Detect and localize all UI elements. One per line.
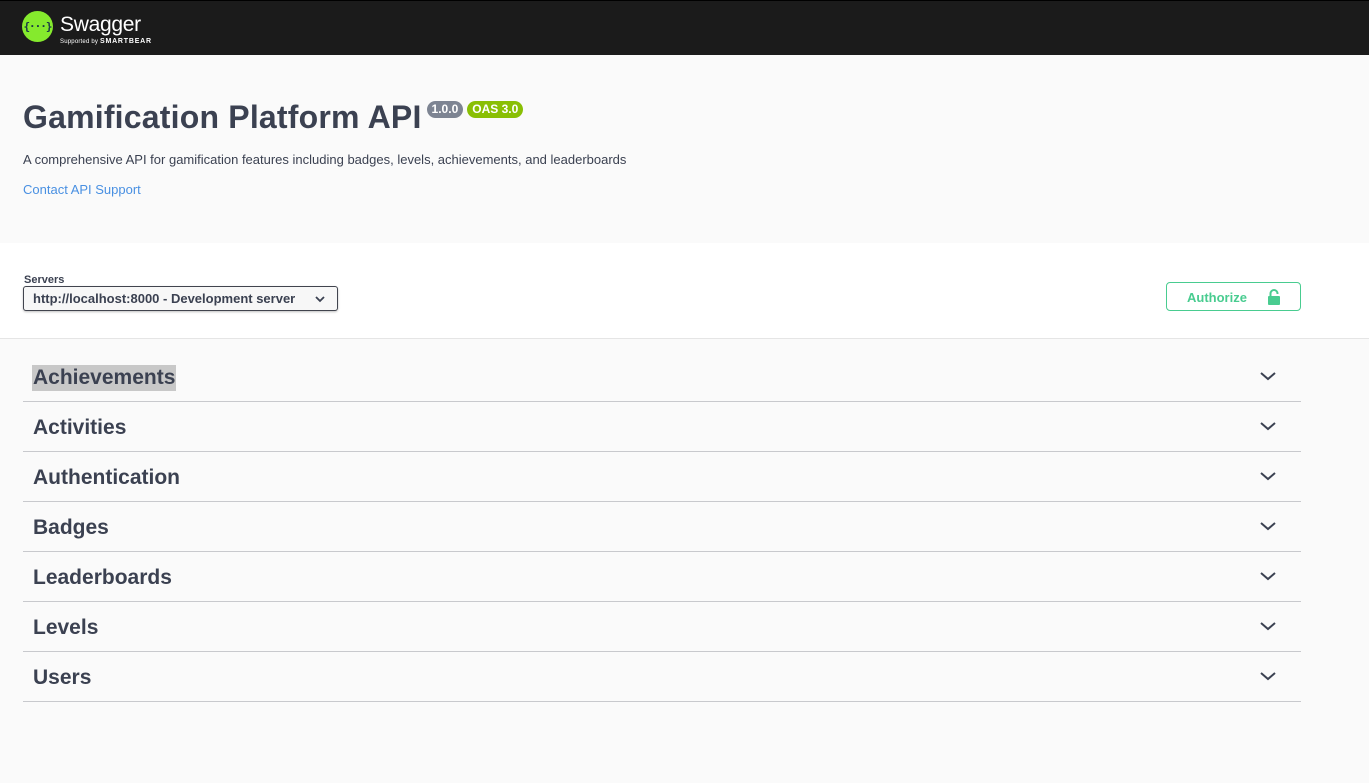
tag-list: Achievements Activities Authentication B…: [23, 352, 1301, 702]
version-badge: 1.0.0: [426, 101, 464, 118]
logo-subtitle: Supported by SMARTBEAR: [60, 38, 152, 45]
selected-server: http://localhost:8000 - Development serv…: [33, 291, 296, 306]
tag-name: Authentication: [33, 466, 180, 489]
authorize-button[interactable]: Authorize: [1166, 282, 1301, 311]
lock-icon: [1268, 289, 1280, 305]
chevron-down-icon[interactable]: [1259, 569, 1277, 583]
tag-section-leaderboards[interactable]: Leaderboards: [23, 552, 1301, 602]
contact-link[interactable]: Contact API Support: [23, 182, 1303, 197]
logo-wordmark: Swagger: [60, 13, 141, 36]
oas-badge: OAS 3.0: [467, 101, 524, 118]
swagger-logo[interactable]: {···} Swagger Supported by SMARTBEAR: [22, 11, 162, 45]
tag-section-achievements[interactable]: Achievements: [23, 352, 1301, 402]
tag-section-authentication[interactable]: Authentication: [23, 452, 1301, 502]
scheme-container: Servers http://localhost:8000 - Developm…: [0, 243, 1369, 339]
chevron-down-icon[interactable]: [1259, 369, 1277, 383]
chevron-down-icon[interactable]: [1259, 469, 1277, 483]
tag-section-users[interactable]: Users: [23, 652, 1301, 702]
chevron-down-icon[interactable]: [1259, 519, 1277, 533]
servers-label: Servers: [24, 274, 65, 286]
tag-section-levels[interactable]: Levels: [23, 602, 1301, 652]
page-title: Gamification Platform API: [23, 99, 422, 135]
logo-sub-prefix: Supported by: [60, 39, 99, 45]
chevron-down-icon[interactable]: [1259, 669, 1277, 683]
tag-section-badges[interactable]: Badges: [23, 502, 1301, 552]
servers-select[interactable]: http://localhost:8000 - Development serv…: [23, 286, 338, 311]
chevron-down-icon[interactable]: [1259, 619, 1277, 633]
tag-name: Badges: [33, 516, 109, 539]
tag-name: Activities: [33, 416, 127, 439]
tag-name: Levels: [33, 616, 99, 639]
tag-name: Achievements: [32, 365, 177, 391]
api-description: A comprehensive API for gamification fea…: [23, 152, 627, 167]
chevron-down-icon: [315, 296, 325, 303]
tag-name: Users: [33, 666, 92, 689]
topbar: {···} Swagger Supported by SMARTBEAR: [0, 0, 1369, 55]
swagger-logo-icon: {···}: [22, 11, 53, 42]
logo-sub-brand: SMARTBEAR: [99, 38, 152, 45]
tag-section-activities[interactable]: Activities: [23, 402, 1301, 452]
chevron-down-icon[interactable]: [1259, 419, 1277, 433]
tag-name: Leaderboards: [33, 566, 172, 589]
api-info: Gamification Platform API 1.0.0 OAS 3.0 …: [23, 95, 1303, 197]
title-row: Gamification Platform API 1.0.0 OAS 3.0: [23, 95, 1303, 139]
authorize-label: Authorize: [1187, 290, 1247, 305]
